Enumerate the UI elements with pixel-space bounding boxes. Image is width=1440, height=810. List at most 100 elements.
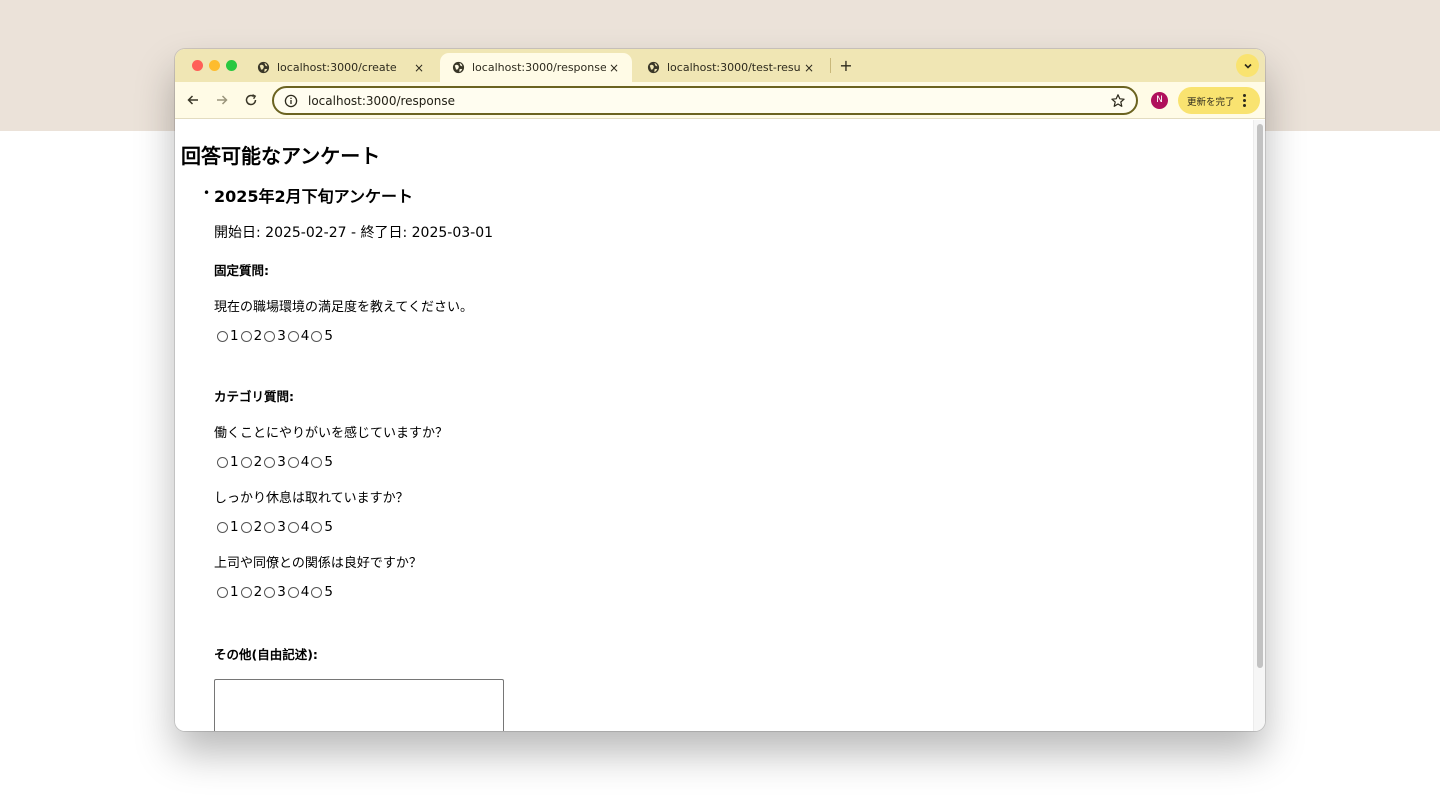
- info-icon[interactable]: [284, 94, 298, 108]
- update-button-label: 更新を完了: [1187, 96, 1235, 108]
- radio-button[interactable]: [217, 521, 228, 533]
- scrollbar-thumb[interactable]: [1257, 124, 1263, 668]
- rating-label: 4: [300, 328, 310, 344]
- radio-button[interactable]: [240, 521, 252, 533]
- close-window-button[interactable]: [192, 60, 203, 71]
- rating-option[interactable]: 4: [287, 328, 310, 344]
- rating-option[interactable]: 1: [217, 454, 239, 470]
- tab-title: localhost:3000/create: [277, 61, 397, 74]
- maximize-window-button[interactable]: [226, 60, 237, 71]
- rating-option[interactable]: 5: [311, 328, 333, 344]
- rating-label: 2: [253, 454, 263, 470]
- radio-button[interactable]: [217, 586, 228, 598]
- rating-option[interactable]: 3: [264, 519, 286, 535]
- radio-button[interactable]: [264, 521, 276, 533]
- minimize-window-button[interactable]: [209, 60, 220, 71]
- rating-option[interactable]: 5: [311, 584, 333, 600]
- radio-button[interactable]: [240, 456, 252, 468]
- fixed-question-label: 固定質問:: [214, 263, 269, 278]
- chevron-down-icon: [1243, 63, 1252, 69]
- radio-button[interactable]: [217, 330, 228, 342]
- radio-button[interactable]: [264, 586, 276, 598]
- rating-label: 3: [277, 519, 286, 535]
- rating-label: 2: [253, 519, 263, 535]
- scrollbar[interactable]: [1253, 120, 1265, 731]
- rating-option[interactable]: 1: [217, 519, 239, 535]
- new-tab-button[interactable]: +: [836, 56, 856, 76]
- rating-label: 1: [230, 584, 239, 600]
- globe-icon: [452, 61, 465, 74]
- rating-option[interactable]: 4: [287, 454, 310, 470]
- rating-option[interactable]: 2: [240, 519, 263, 535]
- tab-strip: localhost:3000/create × localhost:3000/r…: [175, 49, 1265, 82]
- back-button[interactable]: [183, 90, 203, 110]
- tab-title: localhost:3000/response: [472, 61, 606, 74]
- fixed-question-scale: 1 2 3 4 5: [217, 328, 335, 344]
- rating-option[interactable]: 3: [264, 328, 286, 344]
- rating-label: 3: [277, 328, 286, 344]
- rating-label: 5: [324, 584, 333, 600]
- tab-test-result[interactable]: localhost:3000/test-result ×: [635, 53, 827, 82]
- radio-button[interactable]: [240, 330, 252, 342]
- globe-icon: [647, 61, 660, 74]
- radio-button[interactable]: [287, 456, 299, 468]
- rating-option[interactable]: 3: [264, 454, 286, 470]
- arrow-left-icon: [187, 95, 198, 105]
- category-question-label: カテゴリ質問:: [214, 389, 294, 404]
- category-question: 上司や同僚との関係は良好ですか？: [214, 556, 422, 571]
- rating-option[interactable]: 2: [240, 328, 262, 344]
- free-text-textarea[interactable]: [214, 679, 504, 731]
- rating-label: 4: [300, 454, 310, 470]
- tab-close-icon[interactable]: ×: [411, 60, 427, 76]
- url-text[interactable]: localhost:3000/response: [308, 94, 1110, 108]
- radio-button[interactable]: [287, 586, 299, 598]
- category-question-scale: 1 2 3 4 5: [217, 584, 335, 600]
- rating-option[interactable]: 2: [240, 454, 263, 470]
- rating-label: 3: [277, 584, 286, 600]
- rating-option[interactable]: 5: [311, 454, 333, 470]
- rating-option[interactable]: 2: [240, 584, 263, 600]
- rating-label: 2: [253, 584, 263, 600]
- rating-option[interactable]: 1: [217, 584, 239, 600]
- radio-button[interactable]: [311, 456, 323, 468]
- radio-button[interactable]: [287, 521, 299, 533]
- address-bar[interactable]: localhost:3000/response: [272, 86, 1138, 115]
- rating-option[interactable]: 3: [264, 584, 286, 600]
- free-text-label: その他(自由記述):: [214, 647, 318, 662]
- rating-label: 1: [230, 328, 239, 344]
- radio-button[interactable]: [311, 521, 323, 533]
- radio-button[interactable]: [217, 456, 228, 468]
- radio-button[interactable]: [240, 586, 252, 598]
- browser-window: localhost:3000/create × localhost:3000/r…: [175, 49, 1265, 731]
- radio-button[interactable]: [311, 330, 323, 342]
- tab-response[interactable]: localhost:3000/response ×: [440, 53, 632, 82]
- forward-button[interactable]: [212, 90, 232, 110]
- rating-option[interactable]: 4: [287, 519, 309, 535]
- page-title: 回答可能なアンケート: [181, 144, 381, 168]
- globe-icon: [257, 61, 270, 74]
- tab-search-button[interactable]: [1236, 54, 1259, 77]
- rating-option[interactable]: 1: [217, 328, 239, 344]
- rating-option[interactable]: 4: [287, 584, 309, 600]
- update-complete-button[interactable]: 更新を完了: [1178, 87, 1260, 114]
- category-question-scale: 1 2 3 4 5: [217, 519, 335, 535]
- tab-close-icon[interactable]: ×: [801, 60, 817, 76]
- rating-option[interactable]: 5: [311, 519, 333, 535]
- rating-label: 3: [277, 454, 286, 470]
- bookmark-star-icon[interactable]: [1110, 93, 1126, 109]
- rating-label: 5: [324, 328, 333, 344]
- radio-button[interactable]: [311, 586, 323, 598]
- reload-button[interactable]: [241, 90, 261, 110]
- radio-button[interactable]: [287, 330, 299, 342]
- reload-icon: [245, 94, 257, 106]
- page-content: 回答可能なアンケート • 2025年2月下旬アンケート 開始日: 2025-02…: [175, 120, 1253, 731]
- profile-avatar[interactable]: N: [1151, 92, 1168, 109]
- category-question: しっかり休息は取れていますか？: [214, 491, 409, 506]
- more-menu-icon[interactable]: [1242, 94, 1246, 107]
- radio-button[interactable]: [264, 456, 276, 468]
- radio-button[interactable]: [264, 330, 276, 342]
- tab-close-icon[interactable]: ×: [606, 60, 622, 76]
- fixed-question: 現在の職場環境の満足度を教えてください。: [214, 300, 473, 315]
- survey-title: 2025年2月下旬アンケート: [214, 187, 414, 206]
- tab-create[interactable]: localhost:3000/create ×: [245, 53, 437, 82]
